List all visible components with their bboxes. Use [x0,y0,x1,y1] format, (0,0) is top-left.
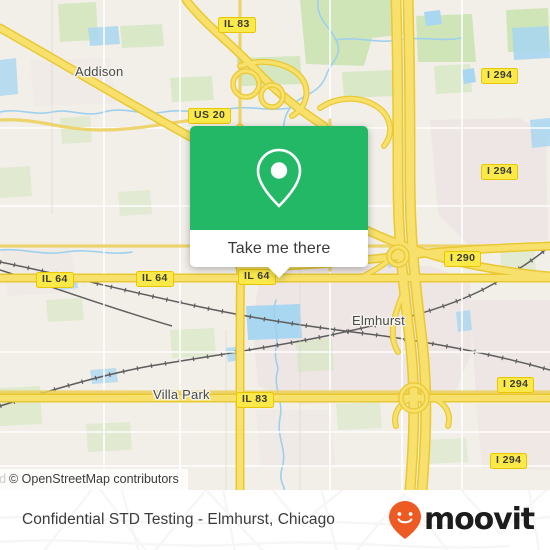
popup-icon-area [190,126,368,230]
map-attribution-ghost-text: ard [0,472,7,486]
popup-action-bar[interactable]: Take me there [190,230,368,278]
moovit-wordmark: moovit [423,502,535,537]
popup-pointer-tail [267,266,291,278]
map-attribution[interactable]: ard © OpenStreetMap contributors [0,469,188,490]
moovit-brand[interactable]: moovit [388,490,535,550]
footer-bar: Confidential STD Testing - Elmhurst, Chi… [0,490,550,550]
highway-shield-il-64: IL 64 [136,271,174,287]
highway-shield-il-83: IL 83 [236,392,274,408]
take-me-there-label: Take me there [227,239,331,257]
moovit-place-card: Addison Elmhurst Villa Park IL 83 I 294 … [0,0,550,550]
highway-shield-il-83: IL 83 [218,17,256,33]
place-popup-card[interactable]: Take me there [190,126,368,278]
place-title: Confidential STD Testing - Elmhurst, Chi… [22,511,335,528]
highway-shield-i-294: I 294 [490,453,528,469]
map-pin-icon [256,148,302,208]
highway-shield-i-290: I 290 [444,251,482,267]
map-attribution-text: © OpenStreetMap contributors [9,472,179,486]
highway-shield-il-64: IL 64 [36,272,74,288]
highway-shield-i-294: I 294 [497,377,535,393]
highway-shield-i-294: I 294 [481,164,519,180]
map-canvas[interactable]: Addison Elmhurst Villa Park IL 83 I 294 … [0,0,550,490]
moovit-smiley-pin-icon [388,501,421,539]
highway-shield-i-294: I 294 [481,68,519,84]
highway-shield-us-20: US 20 [188,108,232,124]
